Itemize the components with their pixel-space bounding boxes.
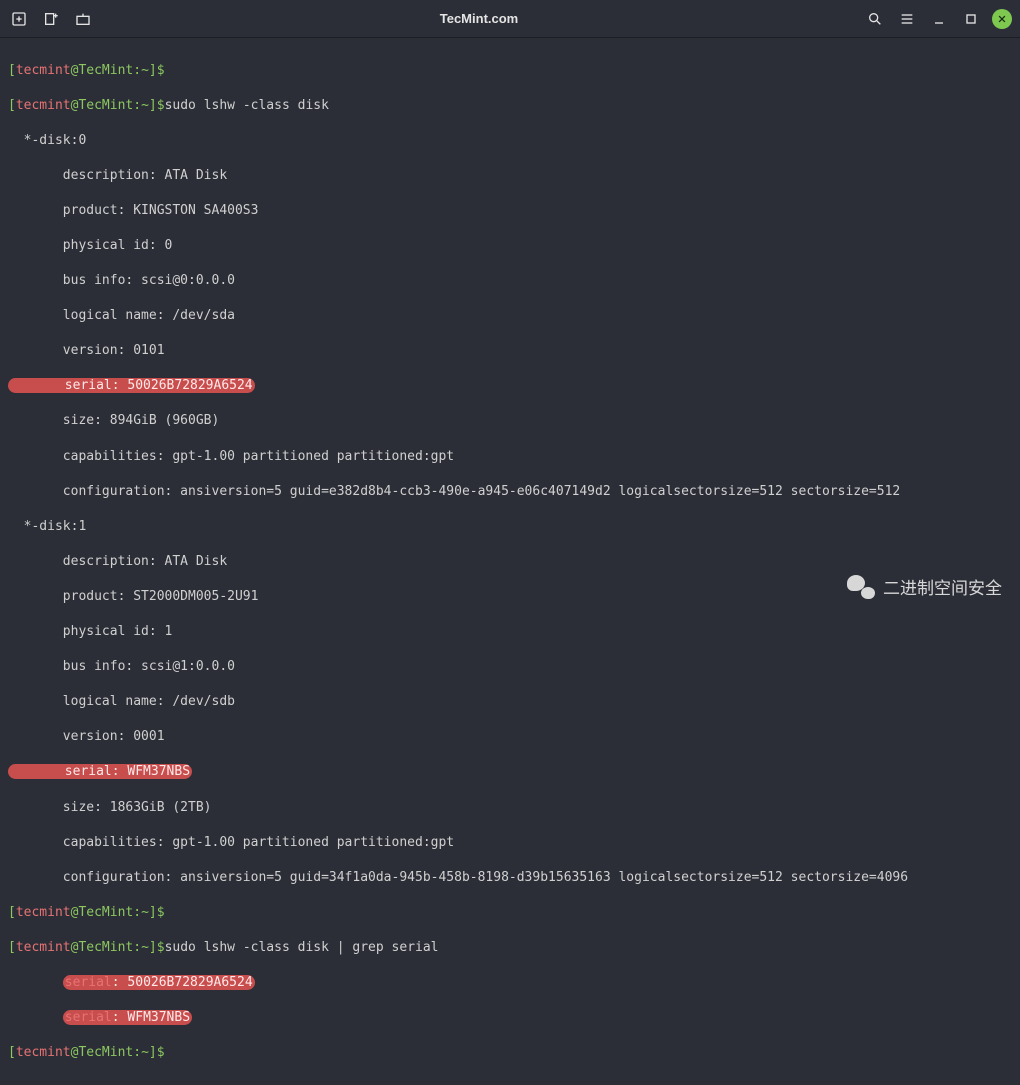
output-line: serial: 50026B72829A6524 xyxy=(8,377,1012,395)
prompt-line: [tecmint@TecMint:~]$sudo lshw -class dis… xyxy=(8,939,1012,957)
prompt-line: [tecmint@TecMint:~]$ xyxy=(8,62,1012,80)
prompt-user: tecmint xyxy=(16,63,71,78)
grep-highlight: serial: 50026B72829A6524 xyxy=(63,975,255,990)
output-line: version: 0101 xyxy=(8,342,1012,360)
wechat-icon xyxy=(847,575,875,599)
bracket: ] xyxy=(149,63,157,78)
window-titlebar: TecMint.com xyxy=(0,0,1020,38)
output-line: capabilities: gpt-1.00 partitioned parti… xyxy=(8,448,1012,466)
output-line: configuration: ansiversion=5 guid=e382d8… xyxy=(8,483,1012,501)
output-line: description: ATA Disk xyxy=(8,553,1012,571)
serial-highlight: serial: 50026B72829A6524 xyxy=(8,378,255,393)
output-line: configuration: ansiversion=5 guid=34f1a0… xyxy=(8,869,1012,887)
output-line: bus info: scsi@1:0.0.0 xyxy=(8,658,1012,676)
output-line: bus info: scsi@0:0.0.0 xyxy=(8,272,1012,290)
watermark-text: 二进制空间安全 xyxy=(883,574,1002,599)
window-title: TecMint.com xyxy=(94,11,864,26)
output-line: version: 0001 xyxy=(8,728,1012,746)
prompt-dollar: $ xyxy=(157,63,165,78)
new-window-icon[interactable] xyxy=(40,8,62,30)
split-icon[interactable] xyxy=(72,8,94,30)
minimize-icon[interactable] xyxy=(928,8,950,30)
terminal-output[interactable]: [tecmint@TecMint:~]$ [tecmint@TecMint:~]… xyxy=(0,38,1020,1085)
output-line: logical name: /dev/sdb xyxy=(8,693,1012,711)
output-line: physical id: 0 xyxy=(8,237,1012,255)
output-line: serial: WFM37NBS xyxy=(8,1009,1012,1027)
watermark: 二进制空间安全 xyxy=(847,574,1002,599)
menu-icon[interactable] xyxy=(896,8,918,30)
command-text: sudo lshw -class disk xyxy=(165,98,329,113)
prompt-line: [tecmint@TecMint:~]$ xyxy=(8,904,1012,922)
bracket: [ xyxy=(8,63,16,78)
output-line: size: 894GiB (960GB) xyxy=(8,412,1012,430)
output-line: serial: 50026B72829A6524 xyxy=(8,974,1012,992)
output-line: description: ATA Disk xyxy=(8,167,1012,185)
output-line: product: KINGSTON SA400S3 xyxy=(8,202,1012,220)
output-line: logical name: /dev/sda xyxy=(8,307,1012,325)
prompt-line: [tecmint@TecMint:~]$ xyxy=(8,1044,1012,1062)
serial-highlight: serial: WFM37NBS xyxy=(8,764,192,779)
grep-highlight: serial: WFM37NBS xyxy=(63,1010,192,1025)
search-icon[interactable] xyxy=(864,8,886,30)
prompt-line: [tecmint@TecMint:~]$sudo lshw -class dis… xyxy=(8,97,1012,115)
output-line: capabilities: gpt-1.00 partitioned parti… xyxy=(8,834,1012,852)
maximize-icon[interactable] xyxy=(960,8,982,30)
output-line: size: 1863GiB (2TB) xyxy=(8,799,1012,817)
output-line: *-disk:0 xyxy=(8,132,1012,150)
output-line: physical id: 1 xyxy=(8,623,1012,641)
prompt-host: TecMint xyxy=(78,63,133,78)
command-text: sudo lshw -class disk | grep serial xyxy=(165,940,439,955)
output-line: serial: WFM37NBS xyxy=(8,763,1012,781)
close-icon[interactable] xyxy=(992,9,1012,29)
prompt-path: :~ xyxy=(133,63,149,78)
new-tab-icon[interactable] xyxy=(8,8,30,30)
output-line: *-disk:1 xyxy=(8,518,1012,536)
